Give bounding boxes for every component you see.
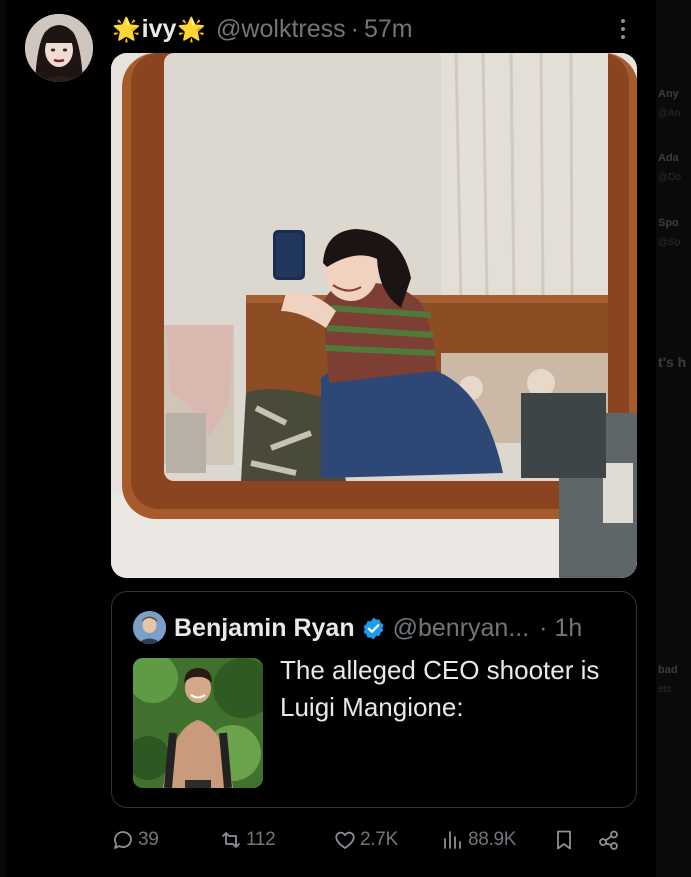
views-button[interactable]: 88.9K xyxy=(441,822,516,858)
side-item-sub: ets xyxy=(658,684,672,695)
quoted-author-avatar[interactable] xyxy=(133,611,166,644)
sparkle-star-icon: 🌟 xyxy=(112,15,141,42)
like-count: 2.7K xyxy=(360,829,398,850)
tweet-header: 🌟 ivy 🌟 @wolktress · 57m xyxy=(112,14,413,44)
heart-icon xyxy=(335,831,355,849)
author-avatar[interactable] xyxy=(25,14,93,82)
sparkle-star-icon: 🌟 xyxy=(177,15,207,42)
bookmark-icon xyxy=(557,830,571,850)
quoted-tweet-header: Benjamin Ryan @benryan... · 1h xyxy=(174,612,582,644)
repost-button[interactable]: 112 xyxy=(219,822,276,858)
tweet-action-bar: 39 112 2.7K 88.9K xyxy=(111,822,637,858)
tweet[interactable]: 🌟 ivy 🌟 @wolktress · 57m Benjamin Ryan @… xyxy=(0,0,656,877)
separator-dot: · xyxy=(350,14,359,43)
side-item-title: Ada xyxy=(658,152,679,164)
quoted-tweet-text: The alleged CEO shooter is Luigi Mangion… xyxy=(280,655,600,722)
quoted-media-thumbnail[interactable] xyxy=(133,658,263,788)
more-dots-icon[interactable] xyxy=(612,16,634,42)
view-count: 88.9K xyxy=(468,829,517,850)
trending-sidebar-edge: Any @An Ada @Do Spo @Sp t's h bad ets xyxy=(656,0,691,877)
side-item-title: bad xyxy=(658,664,678,676)
repost-arrows-icon xyxy=(222,832,240,848)
quoted-tweet-timestamp[interactable]: · 1h xyxy=(539,614,582,643)
quoted-author-name[interactable]: Benjamin Ryan xyxy=(174,614,355,643)
side-item-sub: @Do xyxy=(658,172,681,183)
share-nodes-icon xyxy=(599,830,618,850)
reply-button[interactable]: 39 xyxy=(111,822,159,858)
views-bar-chart-icon xyxy=(444,831,461,849)
reply-count: 39 xyxy=(138,829,159,850)
author-handle[interactable]: @wolktress xyxy=(216,15,346,44)
repost-count: 112 xyxy=(246,829,276,850)
quoted-author-handle[interactable]: @benryan... xyxy=(393,614,530,643)
like-button[interactable]: 2.7K xyxy=(333,822,398,858)
side-section-title: t's h xyxy=(658,354,687,370)
quoted-tweet-card[interactable]: Benjamin Ryan @benryan... · 1h The alleg… xyxy=(111,591,637,808)
bookmark-button[interactable] xyxy=(552,822,579,858)
share-button[interactable] xyxy=(597,822,624,858)
side-item-title: Spo xyxy=(658,217,679,229)
side-item-sub: @Sp xyxy=(658,237,681,248)
verified-badge-icon xyxy=(363,617,383,639)
side-item-sub: @An xyxy=(658,108,681,119)
author-display-name[interactable]: ivy xyxy=(142,15,177,44)
tweet-media-photo[interactable] xyxy=(111,53,637,578)
tweet-timestamp[interactable]: 57m xyxy=(364,15,413,44)
reply-bubble-icon xyxy=(114,831,132,849)
side-item-title: Any xyxy=(658,88,679,100)
